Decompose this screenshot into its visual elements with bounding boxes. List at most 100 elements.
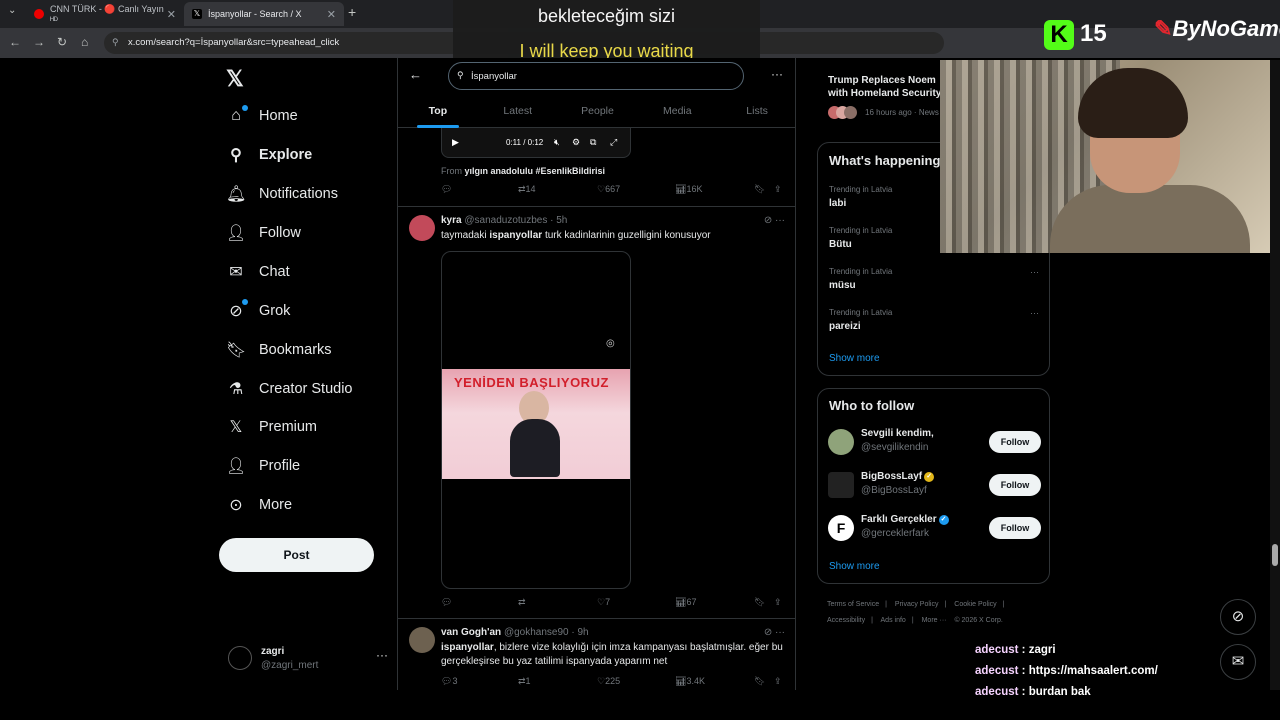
nav-creator-studio[interactable]: ⚗ Creator Studio	[226, 374, 353, 404]
tab-search-icon[interactable]: ⌄	[8, 5, 16, 16]
footer-link[interactable]: More ···	[922, 617, 947, 624]
home-browser-icon[interactable]: ⌂	[81, 35, 88, 49]
footer-link[interactable]: Cookie Policy	[954, 601, 996, 608]
back-icon[interactable]: ←	[9, 35, 21, 49]
author-name[interactable]: van Gogh'an	[441, 627, 501, 638]
follow-suggestion[interactable]: BigBossLayf ✓ @BigBossLayf Follow	[828, 470, 1041, 500]
share-icon[interactable]: ⇪	[774, 597, 782, 608]
views-button[interactable]: 📊︎ 3.4K	[675, 676, 705, 687]
follow-suggestion[interactable]: Sevgili kendim, @sevgilikendin Follow	[828, 427, 1041, 457]
back-arrow-icon[interactable]: ←	[409, 67, 422, 82]
x-logo-icon[interactable]: 𝕏	[226, 66, 244, 92]
more-icon[interactable]: ···	[1030, 308, 1039, 318]
more-icon[interactable]: ···	[771, 67, 783, 81]
account-switcher[interactable]: zagri @zagri_mert ···	[228, 642, 388, 678]
scrollbar[interactable]	[1270, 60, 1280, 690]
nav-bookmarks[interactable]: 🔖︎ Bookmarks	[226, 335, 332, 365]
show-more-link[interactable]: Show more	[829, 353, 880, 364]
mute-icon[interactable]: 🔇︎	[554, 137, 560, 148]
nav-chat[interactable]: ✉ Chat	[226, 257, 289, 287]
like-button[interactable]: ♡ 667	[597, 184, 620, 195]
avatar[interactable]	[409, 215, 435, 241]
account-name: zagri	[261, 646, 285, 657]
bookmark-icon[interactable]: 🔖︎	[754, 184, 765, 195]
reload-icon[interactable]: ↻	[57, 35, 67, 49]
share-icon[interactable]: ⇪	[774, 676, 782, 687]
avatar[interactable]	[828, 472, 854, 498]
author-name[interactable]: kyra	[441, 215, 462, 226]
fullscreen-icon[interactable]: ⤢	[610, 137, 617, 148]
search-results-column: ← ⚲ İspanyollar ··· Top Latest People Me…	[397, 58, 796, 690]
nav-home[interactable]: ⌂ Home	[226, 101, 298, 131]
tab-lists[interactable]: Lists	[717, 100, 795, 128]
author-handle[interactable]: @sanaduzotuzbes	[464, 215, 547, 226]
nav-premium[interactable]: 𝕏 Premium	[226, 412, 317, 442]
forward-icon[interactable]: →	[33, 35, 45, 49]
trend-item[interactable]: Trending in Latvia pareizi ···	[829, 308, 1039, 332]
quoted-from[interactable]: From yılgın anadolulu #EsenlikBildirisi	[441, 164, 787, 178]
post-card[interactable]: kyra @sanaduzotuzbes · 5h ⊘ ··· taymadak…	[398, 207, 795, 619]
post-button[interactable]: Post	[219, 538, 374, 572]
new-tab-button[interactable]: +	[348, 4, 356, 20]
avatar[interactable]	[828, 429, 854, 455]
copyright: © 2026 X Corp.	[954, 617, 1003, 624]
browser-tab-x[interactable]: 𝕏 İspanyollar - Search / X ✕	[184, 2, 344, 26]
avatar[interactable]	[409, 627, 435, 653]
footer-link[interactable]: Accessibility	[827, 617, 865, 624]
reply-icon[interactable]: 💬︎	[441, 184, 452, 195]
like-button[interactable]: ♡ 225	[597, 676, 620, 687]
share-icon[interactable]: ⇪	[774, 184, 782, 195]
play-icon[interactable]: ▶	[452, 137, 459, 148]
repost-icon[interactable]: ⇄	[518, 597, 526, 608]
avatar[interactable]: F	[828, 515, 854, 541]
footer-link[interactable]: Ads info	[881, 617, 906, 624]
pip-icon[interactable]: ⧉	[590, 137, 596, 148]
scrollbar-thumb[interactable]	[1272, 544, 1278, 566]
follow-suggestion[interactable]: F Farklı Gerçekler ✓ @gerceklerfark Follo…	[828, 513, 1041, 543]
trend-item[interactable]: Trending in Latvia müsu ···	[829, 267, 1039, 291]
tab-top[interactable]: Top	[398, 100, 478, 128]
nav-grok[interactable]: ⊘ Grok	[226, 296, 290, 326]
close-tab-icon[interactable]: ✕	[167, 8, 176, 21]
video-time: 0:11 / 0:12	[506, 138, 544, 147]
tab-people[interactable]: People	[558, 100, 638, 128]
more-icon[interactable]: ···	[1030, 267, 1039, 277]
more-icon[interactable]: ···	[376, 648, 388, 662]
follow-button[interactable]: Follow	[989, 517, 1041, 539]
reply-button[interactable]: 💬︎ 3	[441, 676, 457, 687]
follow-button[interactable]: Follow	[989, 431, 1041, 453]
repost-button[interactable]: ⇄ 14	[518, 184, 536, 195]
site-info-icon[interactable]: ⚲	[112, 37, 119, 48]
more-icon[interactable]: ⊘ ···	[764, 215, 785, 226]
views-button[interactable]: 📊︎ 16K	[675, 184, 702, 195]
tab-media[interactable]: Media	[637, 100, 717, 128]
nav-follow[interactable]: 👤︎ Follow	[226, 218, 301, 248]
reply-icon[interactable]: 💬︎	[441, 597, 452, 608]
follow-button[interactable]: Follow	[989, 474, 1041, 496]
like-button[interactable]: ♡ 7	[597, 597, 610, 608]
post-time[interactable]: 5h	[556, 215, 567, 226]
footer-link[interactable]: Privacy Policy	[895, 601, 939, 608]
show-more-link[interactable]: Show more	[829, 561, 880, 572]
nav-explore[interactable]: ⚲ Explore	[226, 140, 312, 170]
repost-button[interactable]: ⇄ 1	[518, 676, 531, 687]
more-icon[interactable]: ⊘ ···	[764, 627, 785, 638]
tab-latest[interactable]: Latest	[478, 100, 558, 128]
nav-label: Bookmarks	[259, 342, 332, 358]
grok-fab-icon[interactable]: ⊘	[1220, 599, 1256, 635]
author-handle[interactable]: @gokhanse90	[504, 627, 569, 638]
nav-notifications[interactable]: 🔔︎ Notifications	[226, 179, 338, 209]
bookmark-icon[interactable]: 🔖︎	[754, 597, 765, 608]
close-tab-icon[interactable]: ✕	[327, 8, 336, 21]
browser-tab-cnn[interactable]: CNN TÜRK - 🔴 Canlı Yayın ᴴᴰ ✕	[26, 2, 184, 26]
footer-link[interactable]: Terms of Service	[827, 601, 879, 608]
views-button[interactable]: 📊︎ 67	[675, 597, 696, 608]
post-card[interactable]: van Gogh'an @gokhanse90 · 9h ⊘ ··· ispan…	[398, 619, 795, 690]
nav-profile[interactable]: 👤︎ Profile	[226, 451, 300, 481]
settings-icon[interactable]: ⚙	[572, 137, 580, 148]
nav-more[interactable]: ⊙ More	[226, 490, 292, 520]
search-input[interactable]: ⚲ İspanyollar	[448, 62, 744, 90]
bookmark-icon[interactable]: 🔖︎	[754, 676, 765, 687]
post-time[interactable]: 9h	[578, 627, 589, 638]
post-media[interactable]: ◎ YENİDEN BAŞLIYORUZ	[441, 251, 631, 589]
